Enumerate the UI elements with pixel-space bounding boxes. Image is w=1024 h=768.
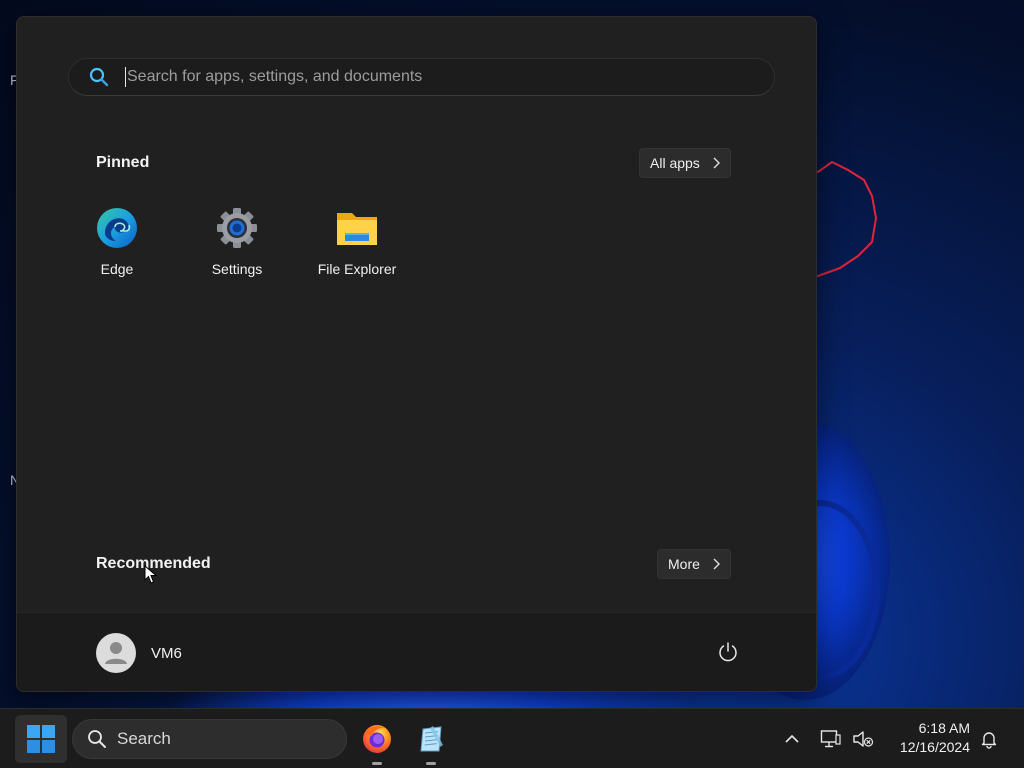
app-label: File Explorer <box>317 261 397 277</box>
windows-logo-icon <box>27 725 55 753</box>
taskbar-app-notepad[interactable] <box>411 719 451 765</box>
chevron-right-icon <box>712 157 720 169</box>
taskbar-app-firefox[interactable] <box>357 719 397 765</box>
start-search-box[interactable] <box>68 58 775 96</box>
clock[interactable]: 6:18 AM 12/16/2024 <box>886 719 970 757</box>
firefox-icon <box>363 725 391 753</box>
pinned-app-edge[interactable]: Edge <box>62 201 172 283</box>
edge-icon <box>96 207 138 249</box>
app-label: Settings <box>211 261 263 277</box>
notifications-button[interactable] <box>977 727 1001 751</box>
chevron-up-icon <box>785 734 799 743</box>
gear-icon <box>216 207 258 249</box>
search-icon <box>87 65 111 89</box>
running-indicator <box>426 762 436 765</box>
power-icon <box>719 642 737 662</box>
more-button[interactable]: More <box>657 549 731 579</box>
pinned-app-file-explorer[interactable]: File Explorer <box>302 201 412 283</box>
taskbar-search-label: Search <box>117 729 171 748</box>
network-status-button[interactable] <box>819 727 843 751</box>
power-button[interactable] <box>713 637 743 667</box>
volume-muted-icon <box>853 731 874 747</box>
user-bar: VM6 <box>17 612 816 691</box>
mouse-cursor <box>144 565 158 584</box>
folder-icon <box>336 207 378 249</box>
network-icon <box>820 730 841 748</box>
user-name[interactable]: VM6 <box>151 645 182 662</box>
search-icon <box>87 729 107 749</box>
start-search-input[interactable] <box>127 59 774 95</box>
start-menu: Pinned All apps Edge <box>16 16 817 692</box>
pinned-app-settings[interactable]: Settings <box>182 201 292 283</box>
clock-time: 6:18 AM <box>918 720 970 736</box>
chevron-right-icon <box>712 558 720 570</box>
more-label: More <box>668 556 700 572</box>
all-apps-button[interactable]: All apps <box>639 148 731 178</box>
clock-date: 12/16/2024 <box>899 739 970 755</box>
start-button[interactable] <box>15 715 67 763</box>
red-annotation-scribble <box>817 161 877 277</box>
user-icon <box>105 642 127 664</box>
pinned-heading: Pinned <box>96 154 150 171</box>
volume-button[interactable] <box>851 727 875 751</box>
app-label: Edge <box>100 261 134 277</box>
all-apps-label: All apps <box>650 155 700 171</box>
bell-icon <box>981 732 997 749</box>
taskbar-search[interactable]: Search <box>72 719 347 759</box>
show-hidden-icons-button[interactable] <box>780 727 804 751</box>
running-indicator <box>372 762 382 765</box>
text-caret <box>125 67 126 87</box>
notepad-icon <box>420 726 443 752</box>
avatar[interactable] <box>96 633 136 673</box>
taskbar: Search 6:18 AM 12/16/2024 <box>0 708 1024 768</box>
